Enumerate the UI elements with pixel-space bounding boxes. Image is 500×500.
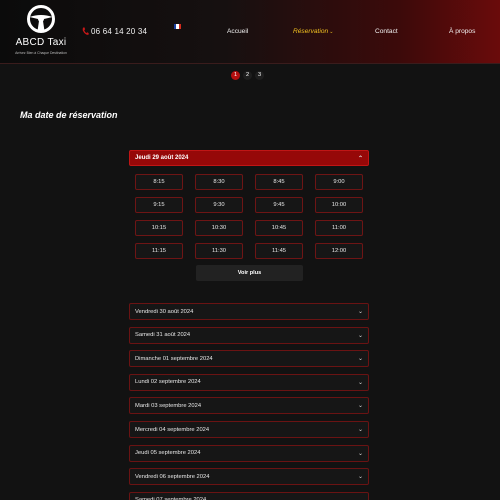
day-label: Samedi 31 août 2024 <box>135 332 191 339</box>
phone-link[interactable]: 06 64 14 20 34 <box>82 25 147 37</box>
day-label: Dimanche 01 septembre 2024 <box>135 355 213 362</box>
chevron-down-icon: ⌄ <box>357 332 363 339</box>
time-slot-button[interactable]: 10:00 <box>315 197 363 213</box>
day-accordion-item[interactable]: Lundi 02 septembre 2024 ⌄ <box>129 373 369 391</box>
flag-stripe <box>178 24 181 29</box>
day-accordion-item[interactable]: Jeudi 05 septembre 2024 ⌄ <box>129 444 369 462</box>
day-accordion-item[interactable]: Samedi 07 septembre 2024⌄ <box>129 491 369 500</box>
time-slot-button[interactable]: 10:45 <box>255 220 303 236</box>
steering-wheel-icon <box>27 5 55 33</box>
day-label: Jeudi 05 septembre 2024 <box>135 450 201 457</box>
language-flag-icon[interactable] <box>174 24 181 29</box>
time-slot-button[interactable]: 11:45 <box>255 243 303 259</box>
day-label: Mercredi 04 septembre 2024 <box>135 426 210 433</box>
time-slot-button[interactable]: 11:30 <box>195 243 243 259</box>
time-slot-button[interactable]: 9:00 <box>315 174 363 190</box>
step-2[interactable]: 2 <box>243 71 252 80</box>
day-accordion-open: Jeudi 29 août 2024 ⌃ <box>129 150 369 166</box>
voir-plus-button[interactable]: Voir plus <box>196 265 303 281</box>
time-slot-button[interactable]: 9:45 <box>255 197 303 213</box>
day-label: Mardi 03 septembre 2024 <box>135 402 202 409</box>
chevron-down-icon: ⌄ <box>357 427 363 433</box>
step-indicator: 1 2 3 <box>231 71 264 80</box>
page-title: Ma date de réservation <box>20 110 118 120</box>
chevron-down-icon: ⌄ <box>329 29 334 35</box>
time-slot-button[interactable]: 8:45 <box>255 174 303 190</box>
time-slot-button[interactable]: 11:00 <box>315 220 363 236</box>
time-slot-button[interactable]: 8:15 <box>135 174 183 190</box>
nav-reservation-label: Réservation <box>293 28 329 35</box>
day-accordion-header[interactable]: Jeudi 29 août 2024 ⌃ <box>129 150 369 166</box>
nav-contact[interactable]: Contact <box>375 28 398 35</box>
day-accordion-item[interactable]: Samedi 31 août 2024 ⌄ <box>129 326 369 344</box>
time-slot-button[interactable]: 9:15 <box>135 197 183 213</box>
day-accordion-item[interactable]: Mercredi 04 septembre 2024 ⌄ <box>129 421 369 438</box>
chevron-up-icon: ⌃ <box>357 155 363 162</box>
day-label: Vendredi 06 septembre 2024 <box>135 473 210 480</box>
chevron-down-icon: ⌄ <box>357 356 363 363</box>
step-3[interactable]: 3 <box>255 71 264 80</box>
chevron-down-icon: ⌄ <box>357 474 363 481</box>
chevron-down-icon: ⌄ <box>357 450 363 457</box>
day-label: Jeudi 29 août 2024 <box>135 155 189 161</box>
nav-accueil[interactable]: Accueil <box>227 28 248 35</box>
phone-icon <box>82 27 89 35</box>
day-accordion-item[interactable]: Vendredi 06 septembre 2024 ⌄ <box>129 468 369 486</box>
time-slot-button[interactable]: 10:30 <box>195 220 243 236</box>
day-accordion-item[interactable]: Dimanche 01 septembre 2024 ⌄ <box>129 350 369 368</box>
phone-number: 06 64 14 20 34 <box>91 26 148 36</box>
time-slot-button[interactable]: 9:30 <box>195 197 243 213</box>
logo[interactable]: ABCD Taxi Arrivez Bien à Chaque Destinat… <box>10 4 72 60</box>
site-header: ABCD Taxi Arrivez Bien à Chaque Destinat… <box>0 0 500 64</box>
logo-tagline: Arrivez Bien à Chaque Destination <box>15 51 67 55</box>
time-slot-button[interactable]: 8:30 <box>195 174 243 190</box>
time-slot-button[interactable]: 11:15 <box>135 243 183 259</box>
day-accordion-item[interactable]: Mardi 03 septembre 2024 ⌄ <box>129 397 369 415</box>
step-1[interactable]: 1 <box>231 71 240 80</box>
day-accordion-item[interactable]: Vendredi 30 août 2024 ⌄ <box>129 303 369 320</box>
nav-reservation[interactable]: Réservation⌄ <box>293 28 333 35</box>
chevron-down-icon: ⌄ <box>357 403 363 410</box>
chevron-down-icon: ⌄ <box>357 309 363 315</box>
day-label: Vendredi 30 août 2024 <box>135 308 194 315</box>
day-label: Lundi 02 septembre 2024 <box>135 379 201 386</box>
time-slot-grid: 8:15 8:30 8:45 9:00 9:15 9:30 9:45 10:00 10:15 10… <box>135 174 363 260</box>
time-slot-button[interactable]: 12:00 <box>315 243 363 259</box>
nav-a-propos[interactable]: À propos <box>449 28 475 35</box>
chevron-down-icon: ⌄ <box>357 379 363 386</box>
logo-title: ABCD Taxi <box>15 37 67 48</box>
time-slot-button[interactable]: 10:15 <box>135 220 183 236</box>
